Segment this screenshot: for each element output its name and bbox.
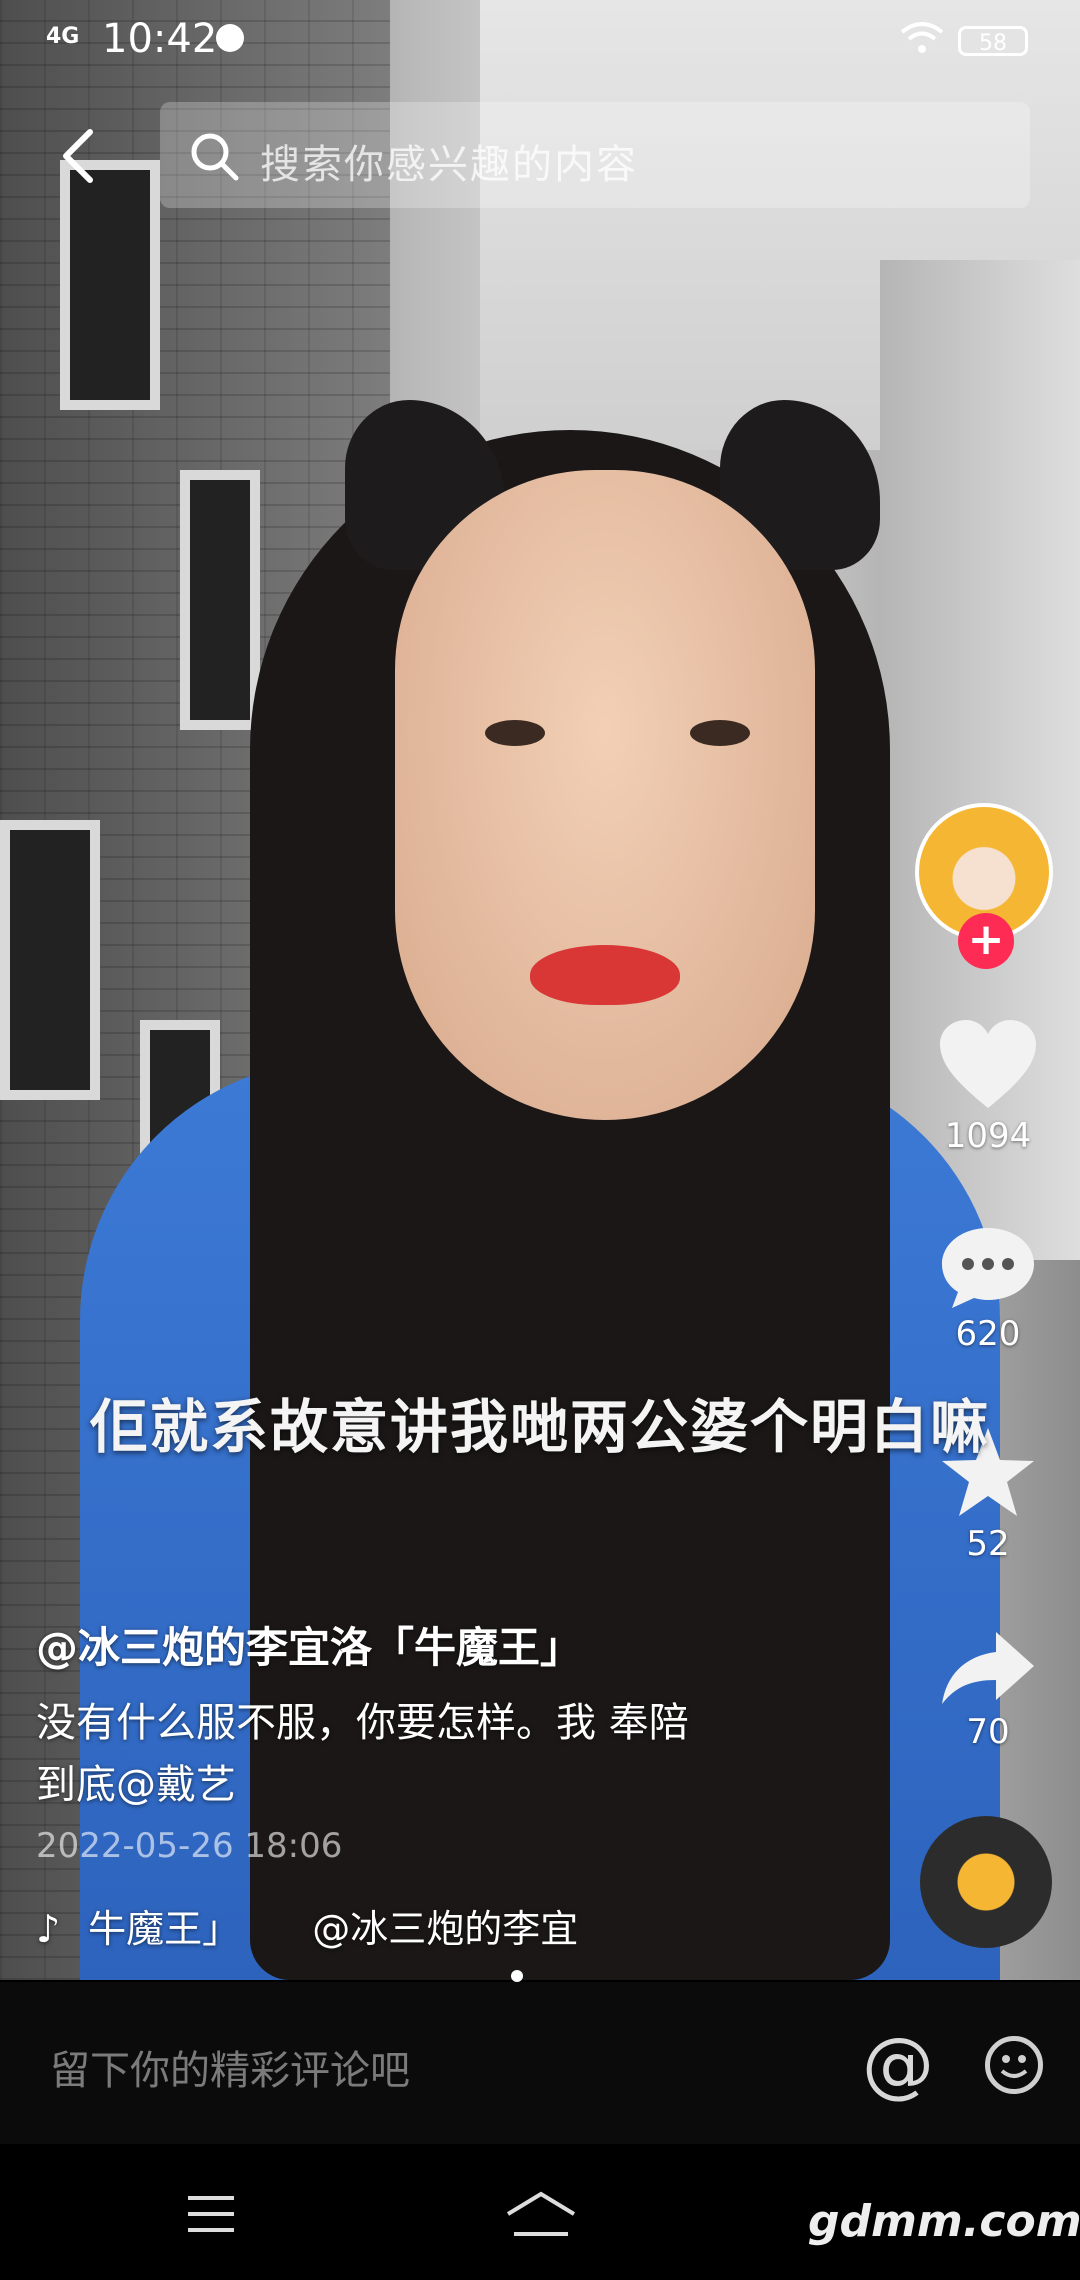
music-title-next: @冰三炮的李宜	[312, 1907, 579, 1951]
favorite-count: 52	[966, 1524, 1010, 1564]
music-title: 牛魔王」	[88, 1907, 241, 1951]
share-count: 70	[966, 1712, 1010, 1752]
search-bar[interactable]: 搜索你感兴趣的内容	[160, 102, 1030, 208]
building-window	[180, 470, 260, 730]
eye-left	[485, 720, 545, 746]
lips	[530, 945, 680, 1005]
eye-right	[690, 720, 750, 746]
progress-dot	[511, 1970, 523, 1982]
battery-indicator: 58	[958, 26, 1028, 56]
comment-button[interactable]: 620	[918, 1224, 1058, 1354]
comment-bar: 留下你的精彩评论吧 @	[0, 1982, 1080, 2144]
search-placeholder: 搜索你感兴趣的内容	[260, 142, 638, 188]
music-marquee[interactable]: ♪ 牛魔王」 @冰三炮的李宜	[36, 1898, 578, 1953]
share-icon	[942, 1632, 1034, 1704]
comment-input[interactable]: 留下你的精彩评论吧	[50, 2038, 410, 2096]
person-face	[395, 470, 815, 1120]
author-name[interactable]: @冰三炮的李宜洛「牛魔王」	[36, 1614, 582, 1675]
mention-button[interactable]: @	[862, 2022, 934, 2106]
comment-icon	[942, 1228, 1034, 1308]
like-count: 1094	[944, 1116, 1032, 1156]
music-note-icon: ♪	[36, 1907, 61, 1951]
music-disc[interactable]	[920, 1816, 1052, 1948]
heart-icon	[940, 1020, 1036, 1108]
top-bar: 搜索你感兴趣的内容	[0, 100, 1080, 210]
network-indicator: 4G	[46, 24, 80, 49]
menu-icon[interactable]	[186, 2194, 236, 2238]
post-description: 没有什么服不服，你要怎样。我 奉陪 到底@戴艺	[36, 1692, 796, 1816]
status-time: 10:42	[102, 16, 218, 62]
video-subtitle: 佢就系故意讲我哋两公婆个明白嘛	[89, 1393, 990, 1461]
building-window	[0, 820, 100, 1100]
watermark: gdmm.com	[808, 2196, 1080, 2247]
chevron-left-icon	[63, 129, 93, 183]
emoji-icon[interactable]	[985, 2036, 1043, 2094]
system-nav-bar: gdmm.com	[0, 2144, 1080, 2280]
description-line: 到底@戴艺	[36, 1762, 236, 1808]
share-button[interactable]: 70	[918, 1628, 1058, 1752]
status-bar: 4G 10:42 58	[0, 0, 1080, 84]
wifi-icon	[900, 22, 944, 64]
comment-count: 620	[955, 1314, 1021, 1354]
search-icon	[188, 130, 240, 186]
home-icon[interactable]	[504, 2190, 578, 2242]
like-button[interactable]: 1094	[918, 1018, 1058, 1156]
moon-icon	[216, 24, 244, 52]
post-date: 2022-05-26 18:06	[36, 1826, 343, 1866]
follow-button[interactable]: +	[958, 913, 1014, 969]
back-button[interactable]	[52, 126, 112, 186]
description-line: 没有什么服不服，你要怎样。我 奉陪	[36, 1700, 689, 1746]
